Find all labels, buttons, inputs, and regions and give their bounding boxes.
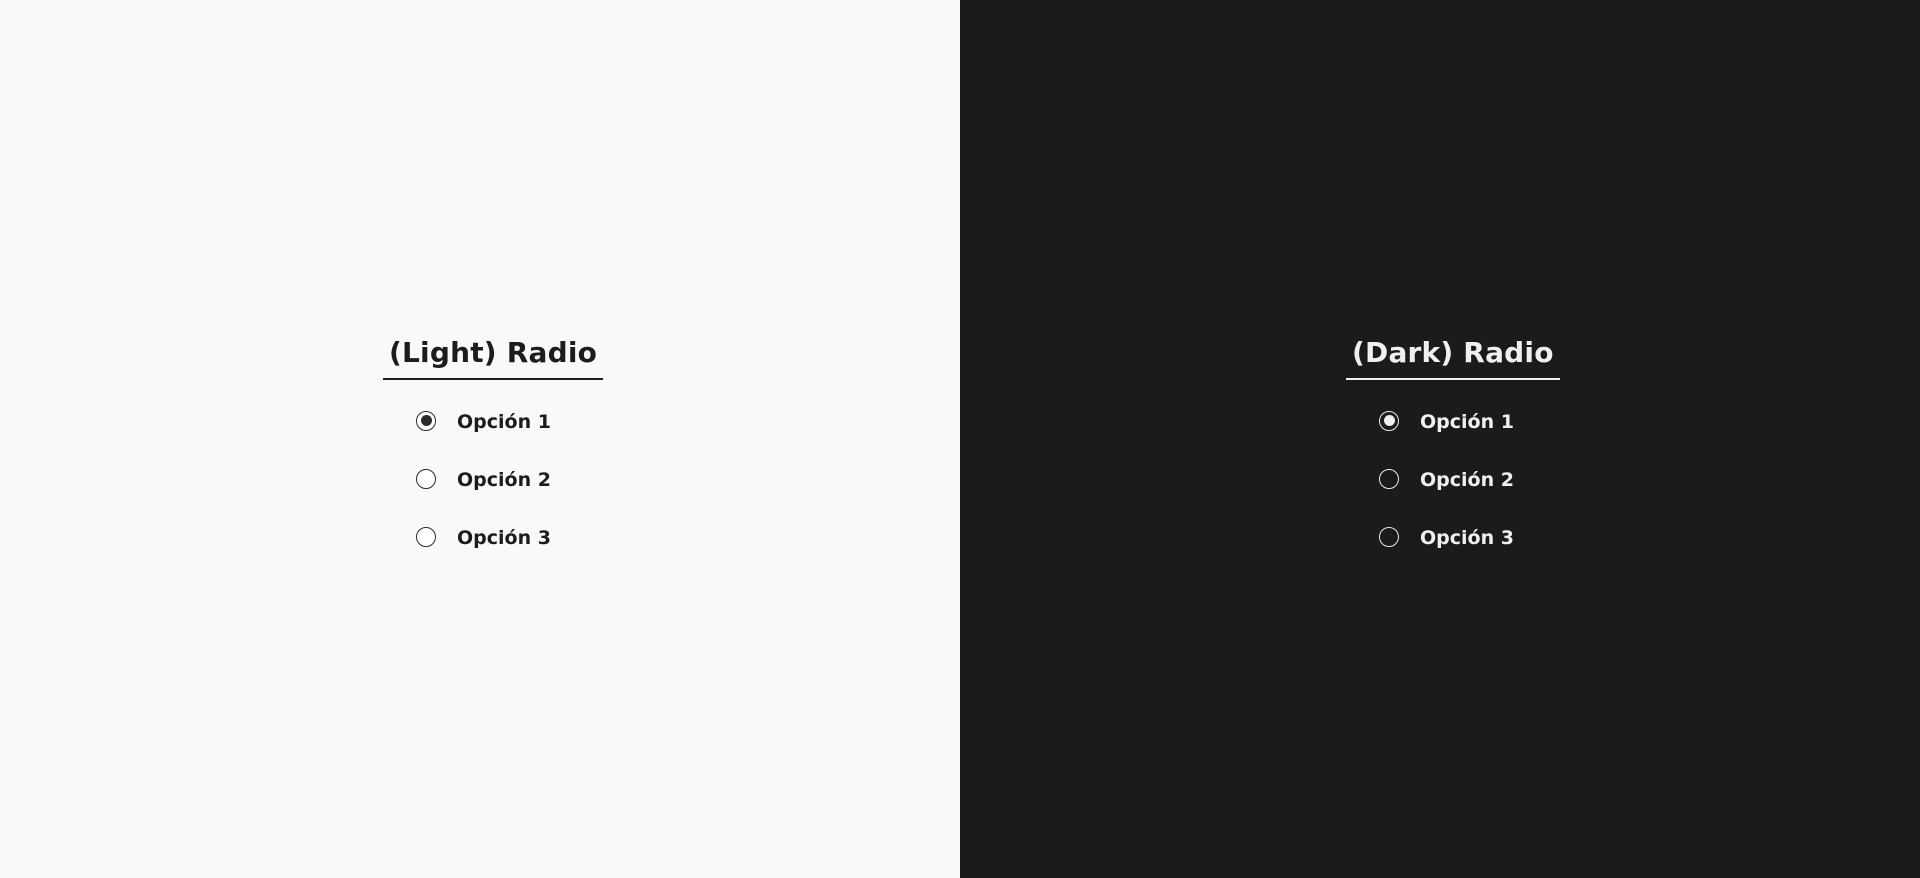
dark-radio-title: (Dark) Radio <box>1346 336 1560 380</box>
dark-radio-option-1[interactable]: Opción 1 <box>1379 410 1514 434</box>
dark-radio-group: (Dark) Radio Opción 1 Opción 2 Opción 3 <box>1346 336 1560 550</box>
dark-panel: (Dark) Radio Opción 1 Opción 2 Opción 3 <box>960 0 1920 878</box>
light-radio-group: (Light) Radio Opción 1 Opción 2 Opción 3 <box>383 336 604 550</box>
light-radio-button-2[interactable] <box>416 468 436 489</box>
light-radio-button-3[interactable] <box>416 526 436 547</box>
light-radio-options: Opción 1 Opción 2 Opción 3 <box>383 410 551 550</box>
light-radio-label-3: Opción 3 <box>457 527 551 549</box>
light-radio-option-2[interactable]: Opción 2 <box>416 468 551 492</box>
dark-radio-button-2[interactable] <box>1379 468 1399 489</box>
radio-selected-dot-icon <box>420 415 432 426</box>
light-radio-label-2: Opción 2 <box>457 469 551 491</box>
light-radio-button-1[interactable] <box>416 410 436 431</box>
dark-radio-options: Opción 1 Opción 2 Opción 3 <box>1346 410 1514 550</box>
radio-selected-dot-icon <box>1383 415 1395 426</box>
light-radio-label-1: Opción 1 <box>457 411 551 433</box>
dark-radio-button-3[interactable] <box>1379 526 1399 547</box>
dark-radio-button-1[interactable] <box>1379 410 1399 431</box>
light-panel: (Light) Radio Opción 1 Opción 2 Opción 3 <box>0 0 960 878</box>
light-radio-option-1[interactable]: Opción 1 <box>416 410 551 434</box>
dark-radio-option-2[interactable]: Opción 2 <box>1379 468 1514 492</box>
dark-radio-label-1: Opción 1 <box>1420 411 1514 433</box>
light-radio-option-3[interactable]: Opción 3 <box>416 526 551 550</box>
dark-radio-label-2: Opción 2 <box>1420 469 1514 491</box>
dark-radio-label-3: Opción 3 <box>1420 527 1514 549</box>
light-radio-title: (Light) Radio <box>383 336 604 380</box>
dark-radio-option-3[interactable]: Opción 3 <box>1379 526 1514 550</box>
